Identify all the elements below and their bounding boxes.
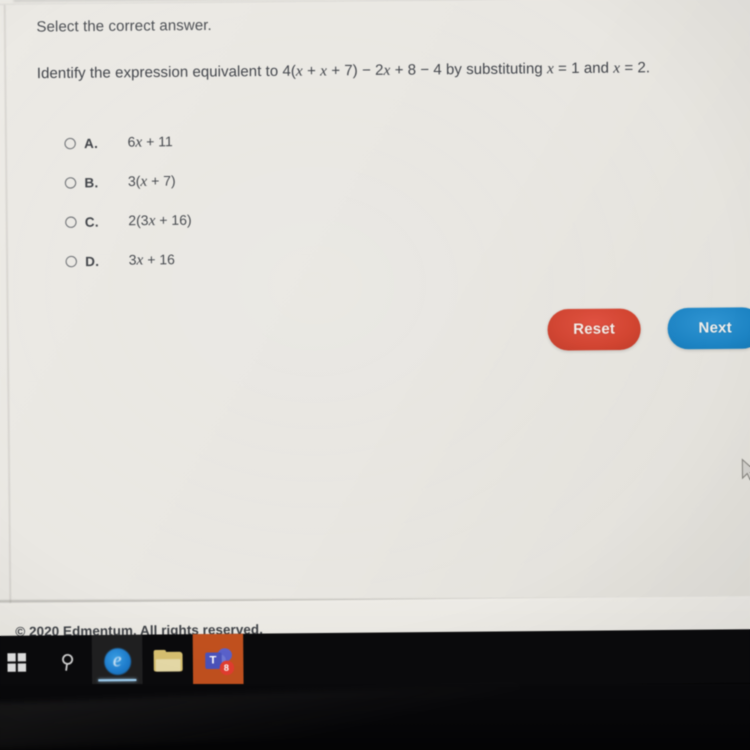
option-d-part2: + 16 — [147, 251, 175, 268]
option-text-b: 3(x + 7) — [128, 173, 176, 191]
radio-button-a[interactable] — [64, 137, 76, 149]
file-explorer-button[interactable] — [142, 634, 193, 688]
option-text-d: 3x + 16 — [129, 251, 175, 269]
answer-option-b[interactable]: B. 3(x + 7) — [64, 159, 479, 202]
instruction-text: Select the correct answer. — [36, 17, 212, 36]
answer-option-a[interactable]: A. 6x + 11 — [64, 119, 478, 162]
windows-logo-icon — [6, 653, 26, 672]
answer-options-list: A. 6x + 11 B. 3(x + 7) C. 2(3x + 16) D. … — [64, 119, 479, 280]
option-c-part2: + 16) — [159, 211, 192, 228]
option-b-var: x — [140, 172, 148, 190]
answer-option-d[interactable]: D. 3x + 16 — [65, 237, 479, 280]
option-a-part1: 6 — [127, 133, 136, 150]
edge-browser-button[interactable] — [91, 634, 143, 689]
option-b-part1: 3( — [127, 172, 141, 189]
photographed-screen: Select the correct answer. Identify the … — [0, 0, 750, 750]
option-d-part1: 3 — [128, 251, 137, 268]
option-c-part1: 2(3 — [128, 212, 149, 228]
question-var-1: x — [295, 63, 303, 80]
browser-viewport: Select the correct answer. Identify the … — [0, 0, 750, 654]
option-letter-d: D. — [85, 253, 100, 269]
option-text-a: 6x + 11 — [128, 133, 173, 151]
question-part-1: Identify the expression equivalent to 4( — [36, 63, 296, 83]
option-text-c: 2(3x + 16) — [128, 212, 191, 230]
reset-button[interactable]: Reset — [547, 308, 641, 351]
question-part-5: = 1 and — [558, 60, 610, 78]
option-letter-c: C. — [84, 213, 99, 230]
question-var-4: x — [546, 60, 554, 78]
radio-button-c[interactable] — [65, 215, 77, 228]
question-part-6: = 2. — [624, 59, 651, 77]
start-button[interactable] — [0, 635, 42, 689]
edge-browser-icon — [103, 648, 131, 676]
search-icon: ⚲ — [58, 649, 76, 674]
teams-notification-badge: 8 — [219, 660, 234, 676]
folder-icon — [153, 649, 183, 673]
microsoft-teams-icon: 8 — [204, 647, 234, 676]
windows-taskbar: ⚲ 8 — [0, 629, 750, 690]
option-d-var: x — [136, 251, 144, 269]
question-var-2: x — [320, 62, 328, 80]
question-var-3: x — [383, 62, 391, 79]
answer-option-c[interactable]: C. 2(3x + 16) — [65, 198, 479, 241]
mouse-cursor-icon — [741, 458, 750, 482]
active-app-indicator — [98, 678, 137, 682]
question-part-4: + 8 − 4 by substituting — [394, 60, 543, 79]
question-part-2: + — [307, 63, 316, 80]
option-c-var: x — [148, 212, 156, 229]
option-letter-a: A. — [84, 135, 99, 151]
question-var-5: x — [613, 60, 621, 77]
teams-button[interactable]: 8 — [192, 633, 244, 688]
next-button[interactable]: Next — [667, 307, 750, 350]
search-button[interactable]: ⚲ — [41, 635, 92, 689]
option-letter-b: B. — [84, 174, 99, 191]
option-a-part2: + 11 — [146, 133, 173, 150]
radio-button-b[interactable] — [64, 176, 77, 189]
radio-button-d[interactable] — [65, 255, 78, 267]
option-a-var: x — [135, 133, 143, 151]
question-part-3: + 7) − 2 — [331, 62, 384, 80]
question-panel — [5, 0, 750, 614]
option-b-part2: + 7) — [151, 172, 176, 189]
